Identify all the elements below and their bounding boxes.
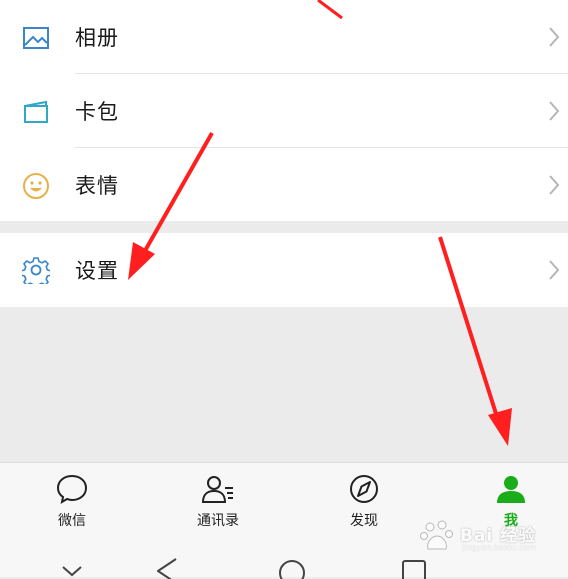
chevron-right-icon bbox=[549, 27, 560, 47]
menu-item-label: 相册 bbox=[75, 26, 119, 50]
gear-icon bbox=[22, 257, 50, 284]
back-triangle-icon[interactable] bbox=[154, 551, 182, 579]
menu-item-settings[interactable]: 设置 bbox=[0, 233, 568, 307]
baidu-watermark: Bai 经验 jingyan.baidu.com bbox=[418, 519, 538, 555]
compass-icon bbox=[350, 475, 378, 503]
chevron-down-icon[interactable] bbox=[58, 551, 86, 579]
tab-label: 发现 bbox=[350, 513, 378, 529]
menu-item-emoji[interactable]: 表情 bbox=[0, 148, 568, 222]
contacts-icon bbox=[201, 476, 233, 503]
tab-discover[interactable]: 发现 bbox=[314, 463, 414, 544]
tab-chats[interactable]: 微信 bbox=[22, 463, 122, 544]
chat-bubble-icon bbox=[56, 474, 88, 505]
recents-square-icon[interactable] bbox=[400, 551, 428, 579]
menu-item-label: 设置 bbox=[75, 259, 119, 283]
watermark-url: jingyan.baidu.com bbox=[462, 543, 536, 552]
menu-item-album[interactable]: 相册 bbox=[0, 0, 568, 74]
emoji-smiley-icon bbox=[23, 173, 49, 199]
tab-label: 通讯录 bbox=[197, 513, 239, 529]
chevron-right-icon bbox=[549, 175, 560, 195]
menu-item-label: 卡包 bbox=[75, 100, 119, 124]
menu-item-label: 表情 bbox=[75, 174, 119, 198]
menu-group-main: 相册 卡包 表情 bbox=[0, 0, 568, 221]
home-circle-icon[interactable] bbox=[278, 551, 306, 579]
menu-item-card-wallet[interactable]: 卡包 bbox=[0, 74, 568, 148]
chevron-right-icon bbox=[549, 101, 560, 121]
menu-group-settings: 设置 bbox=[0, 233, 568, 307]
photo-album-icon bbox=[23, 27, 49, 49]
card-wallet-icon bbox=[24, 100, 48, 123]
chevron-right-icon bbox=[549, 260, 560, 280]
paw-logo-icon bbox=[420, 520, 453, 550]
tab-contacts[interactable]: 通讯录 bbox=[168, 463, 268, 544]
tab-label: 微信 bbox=[58, 513, 86, 529]
person-icon bbox=[497, 476, 525, 503]
